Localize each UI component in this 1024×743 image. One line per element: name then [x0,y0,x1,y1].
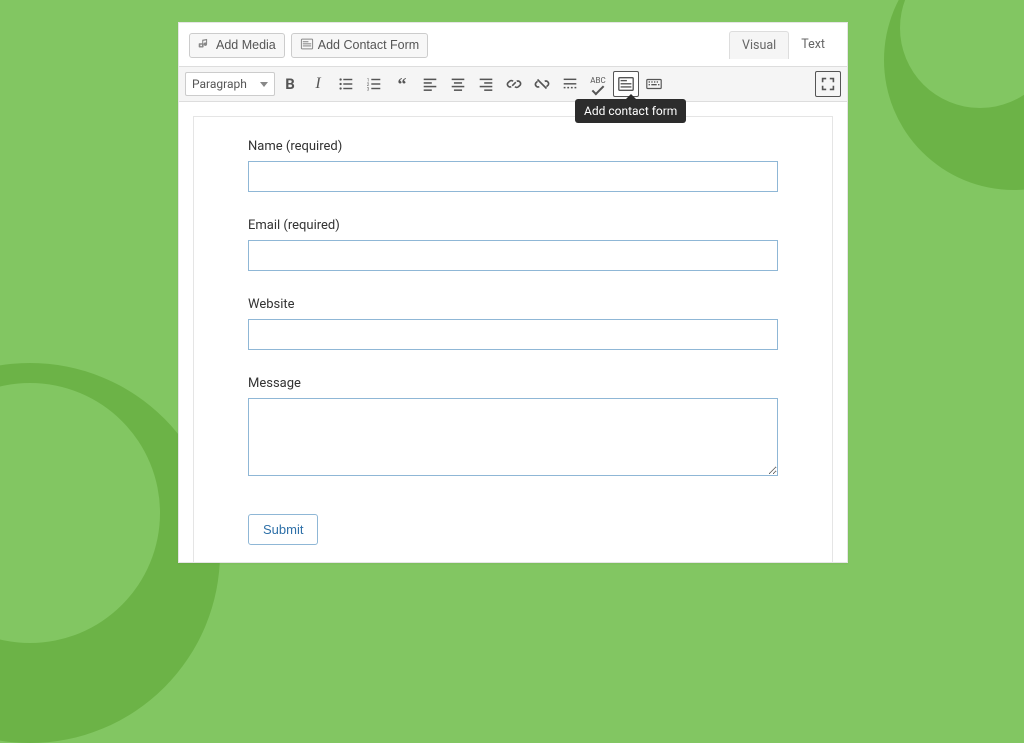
field-label: Name (required) [248,139,778,154]
tab-text[interactable]: Text [789,31,837,59]
bold-button[interactable]: B [277,71,303,97]
decorative-blob [884,0,1024,190]
form-field-email: Email (required) [248,218,778,271]
align-center-button[interactable] [445,71,471,97]
tooltip: Add contact form [575,99,686,123]
numbered-list-button[interactable]: 123 [361,71,387,97]
chevron-down-icon [260,82,268,87]
format-selector-label: Paragraph [192,77,247,91]
editor-content[interactable]: Name (required) Email (required) Website… [179,102,847,562]
align-left-button[interactable] [417,71,443,97]
fullscreen-button[interactable] [815,71,841,97]
editor-toolbar: Paragraph B I 123 “ ABC [179,67,847,102]
form-field-website: Website [248,297,778,350]
format-selector[interactable]: Paragraph [185,72,275,96]
form-icon [300,37,314,54]
message-textarea[interactable] [248,398,778,476]
align-right-button[interactable] [473,71,499,97]
spellcheck-button[interactable]: ABC [585,71,611,97]
italic-button[interactable]: I [305,71,331,97]
add-contact-form-button[interactable]: Add Contact Form [291,33,428,58]
camera-music-icon [198,37,212,54]
form-field-name: Name (required) [248,139,778,192]
field-label: Website [248,297,778,312]
add-media-button[interactable]: Add Media [189,33,285,58]
submit-button[interactable]: Submit [248,514,318,545]
keyboard-button[interactable] [641,71,667,97]
add-contact-form-label: Add Contact Form [318,38,419,52]
field-label: Email (required) [248,218,778,233]
bullet-list-button[interactable] [333,71,359,97]
name-input[interactable] [248,161,778,192]
website-input[interactable] [248,319,778,350]
add-media-label: Add Media [216,38,276,52]
form-field-message: Message [248,376,778,476]
field-label: Message [248,376,778,391]
link-button[interactable] [501,71,527,97]
read-more-button[interactable] [557,71,583,97]
blockquote-button[interactable]: “ [389,71,415,97]
media-buttons: Add Media Add Contact Form [189,33,428,58]
contact-form-preview: Name (required) Email (required) Website… [193,116,833,562]
unlink-button[interactable] [529,71,555,97]
classic-editor: Add Media Add Contact Form Visual Text P… [178,22,848,563]
svg-text:3: 3 [367,86,370,92]
email-input[interactable] [248,240,778,271]
editor-tabs: Visual Text [729,31,837,59]
media-row: Add Media Add Contact Form Visual Text [179,23,847,67]
tab-visual[interactable]: Visual [729,31,789,59]
